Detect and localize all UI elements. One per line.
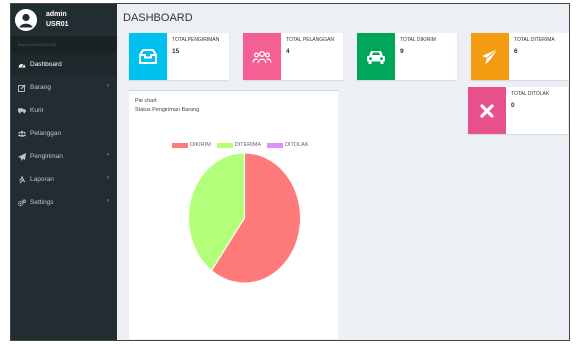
stat-total-pengiriman: TOTALPENGIRIMAN 15 — [129, 33, 229, 80]
dashboard-icon — [18, 61, 26, 69]
chart-legend: DIKIRIM DITERIMA DITOLAK — [172, 142, 315, 148]
menu-label: Barang — [30, 84, 51, 91]
send-icon — [18, 152, 26, 161]
customers-icon — [243, 33, 281, 80]
inbox-icon — [129, 33, 167, 80]
stat-total-ditolak: TOTAL DITOLAK 0 — [468, 87, 568, 134]
page-title: DASHBOARD — [123, 12, 193, 24]
truck-icon — [18, 107, 26, 115]
pie-chart — [188, 152, 301, 284]
app-window: admin USR01 MAIN NAVIGATION Dashboard Ba… — [10, 3, 570, 341]
nav-header: MAIN NAVIGATION — [11, 36, 117, 53]
menu-item-pelanggan[interactable]: Pelanggan — [11, 122, 117, 145]
stat-value: 4 — [286, 48, 290, 55]
stat-total-dikirim: TOTAL DIKIRIM 9 — [357, 33, 457, 80]
menu-label: Laporan — [30, 176, 54, 183]
stat-label: TOTAL DIKIRIM — [400, 37, 436, 43]
stat-value: 9 — [400, 48, 404, 55]
chevron-left-icon: ‹ — [107, 83, 109, 89]
stat-total-pelanggan: TOTAL PELANGGAN 4 — [243, 33, 343, 80]
stat-label: TOTAL DITERIMA — [514, 37, 555, 43]
menu-label: Pengiriman — [30, 153, 63, 160]
user-id: USR01 — [46, 21, 69, 28]
user-avatar-icon — [15, 9, 37, 31]
user-info: admin USR01 — [46, 10, 69, 30]
chevron-left-icon: ‹ — [107, 198, 109, 204]
stat-value: 0 — [511, 102, 515, 109]
menu-item-barang[interactable]: Barang ‹ — [11, 76, 117, 99]
chart-box-subheading: Status Pengiriman Barang — [135, 107, 200, 113]
x-icon — [468, 87, 506, 134]
legend-swatch-diterima — [216, 142, 233, 148]
stat-value: 6 — [514, 48, 518, 55]
legend-swatch-ditolak — [267, 142, 284, 148]
sidebar: admin USR01 MAIN NAVIGATION Dashboard Ba… — [11, 4, 117, 340]
stat-value: 15 — [172, 48, 180, 55]
chart-box-title: Pie chart Status Pengiriman Barang — [135, 97, 199, 115]
menu-label: Settings — [30, 199, 54, 206]
car-icon — [357, 33, 395, 80]
user-panel: admin USR01 — [11, 4, 117, 36]
chevron-left-icon: ‹ — [107, 175, 109, 181]
legend-label-ditolak[interactable]: DITOLAK — [285, 142, 308, 148]
chart-box-heading: Pie chart — [135, 98, 157, 104]
stat-label: TOTALPENGIRIMAN — [172, 37, 220, 43]
menu-item-dashboard[interactable]: Dashboard — [11, 53, 117, 76]
legend-label-diterima[interactable]: DITERIMA — [235, 142, 261, 148]
edit-icon — [18, 83, 26, 92]
stat-label: TOTAL PELANGGAN — [286, 37, 334, 43]
menu-item-kurir[interactable]: Kurir — [11, 99, 117, 122]
menu-label: Pelanggan — [30, 130, 62, 137]
menu-item-pengiriman[interactable]: Pengiriman ‹ — [11, 145, 117, 168]
menu-label: Kurir — [30, 107, 44, 114]
gears-icon — [18, 199, 26, 207]
report-icon — [18, 175, 26, 184]
stat-total-diterima: TOTAL DITERIMA 6 — [471, 33, 569, 80]
menu-item-laporan[interactable]: Laporan ‹ — [11, 168, 117, 191]
main-content: DASHBOARD TOTALPENGIRIMAN 15 TOTAL PELAN… — [117, 4, 569, 340]
menu-label: Dashboard — [30, 61, 62, 68]
users-icon — [18, 130, 26, 138]
stat-label: TOTAL DITOLAK — [511, 91, 550, 97]
menu-item-settings[interactable]: Settings ‹ — [11, 191, 117, 214]
legend-swatch-dikirim — [172, 142, 188, 148]
paper-plane-icon — [471, 33, 509, 80]
chevron-left-icon: ‹ — [107, 152, 109, 158]
pie-chart-box: Pie chart Status Pengiriman Barang DIKIR… — [129, 90, 338, 339]
user-name: admin — [46, 11, 67, 18]
legend-label-dikirim[interactable]: DIKIRIM — [190, 142, 211, 148]
